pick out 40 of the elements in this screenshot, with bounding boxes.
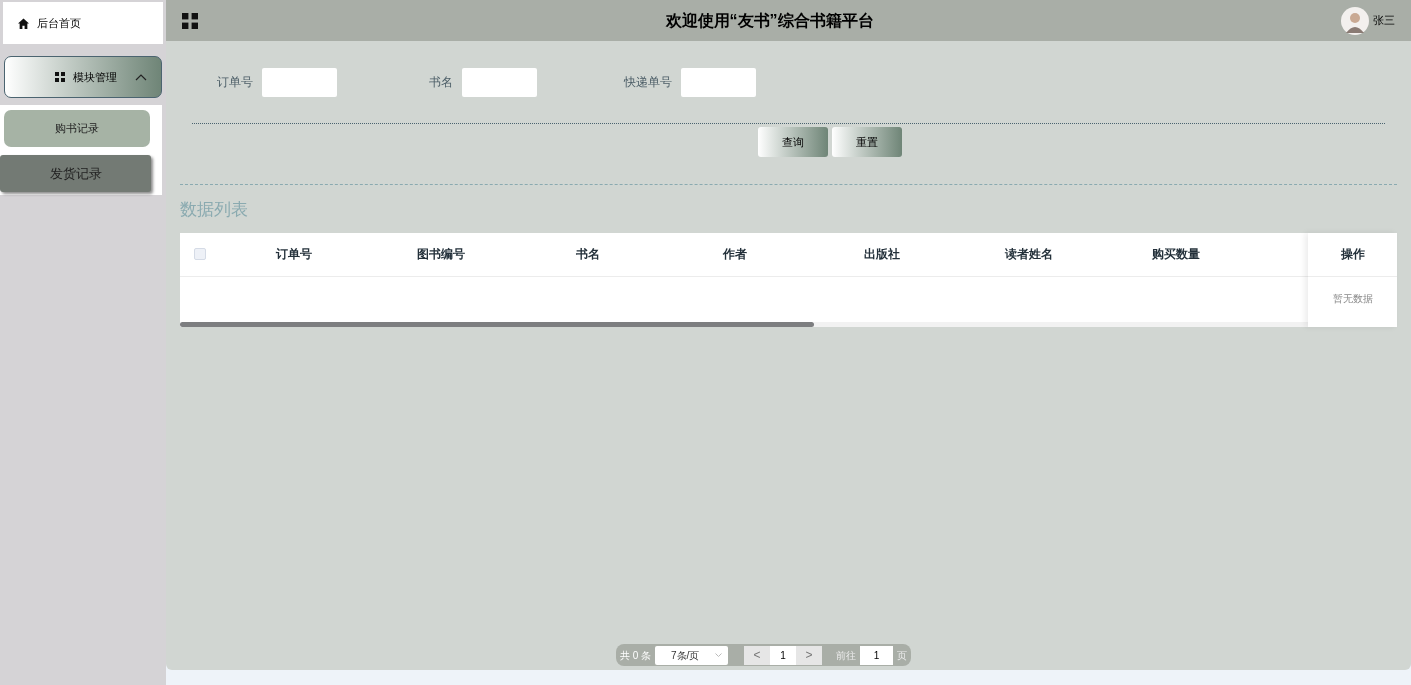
column-header: 出版社: [863, 246, 900, 263]
page-title: 欢迎使用“友书”综合书籍平台: [664, 10, 875, 31]
column-header: 购买数量: [1151, 246, 1200, 263]
text-input[interactable]: [681, 67, 756, 97]
submenu-item[interactable]: 发货记录: [0, 155, 151, 192]
goto-label: 前往: [836, 648, 857, 663]
goto-page-field[interactable]: 1: [860, 645, 894, 665]
column-header: 订单号: [275, 246, 312, 263]
empty-message: 暂无数据: [1331, 292, 1374, 306]
previous-page-button[interactable]: <: [744, 645, 771, 665]
field-label: 书名: [429, 74, 453, 91]
section-title: 数据列表: [180, 199, 249, 221]
scrollbar-thumb[interactable]: [180, 321, 814, 327]
submenu-item[interactable]: 购书记录: [4, 110, 150, 147]
avatar[interactable]: [1341, 6, 1369, 35]
total-count: 共 0 条: [619, 648, 652, 663]
next-page-button[interactable]: >: [796, 645, 823, 665]
search-button[interactable]: 查询: [757, 127, 828, 157]
text-input[interactable]: [262, 67, 337, 97]
select-all-checkbox[interactable]: [194, 248, 206, 260]
grid-icon: [55, 72, 65, 82]
menu-icon[interactable]: [182, 12, 198, 29]
current-page[interactable]: 1: [770, 645, 797, 665]
column-header: 作者: [722, 246, 747, 263]
dropdown-icon: [715, 653, 723, 657]
page-unit: 页: [897, 648, 908, 663]
field-label: 订单号: [217, 74, 253, 91]
home-icon: [18, 17, 29, 29]
caret-icon: [135, 73, 147, 81]
home-link[interactable]: 后台首页: [3, 2, 163, 44]
column-header: 读者姓名: [1004, 246, 1053, 263]
column-header: 操作: [1308, 232, 1397, 277]
column-header: 图书编号: [416, 246, 465, 263]
page-size-select[interactable]: 7条/页: [655, 645, 729, 665]
column-header: 书名: [575, 246, 600, 263]
field-label: 快递单号: [624, 74, 672, 91]
reset-button[interactable]: 重置: [831, 127, 902, 157]
text-input[interactable]: [462, 67, 537, 97]
user-name: 张三: [1373, 13, 1395, 29]
menu-toggle[interactable]: 模块管理: [4, 56, 162, 98]
